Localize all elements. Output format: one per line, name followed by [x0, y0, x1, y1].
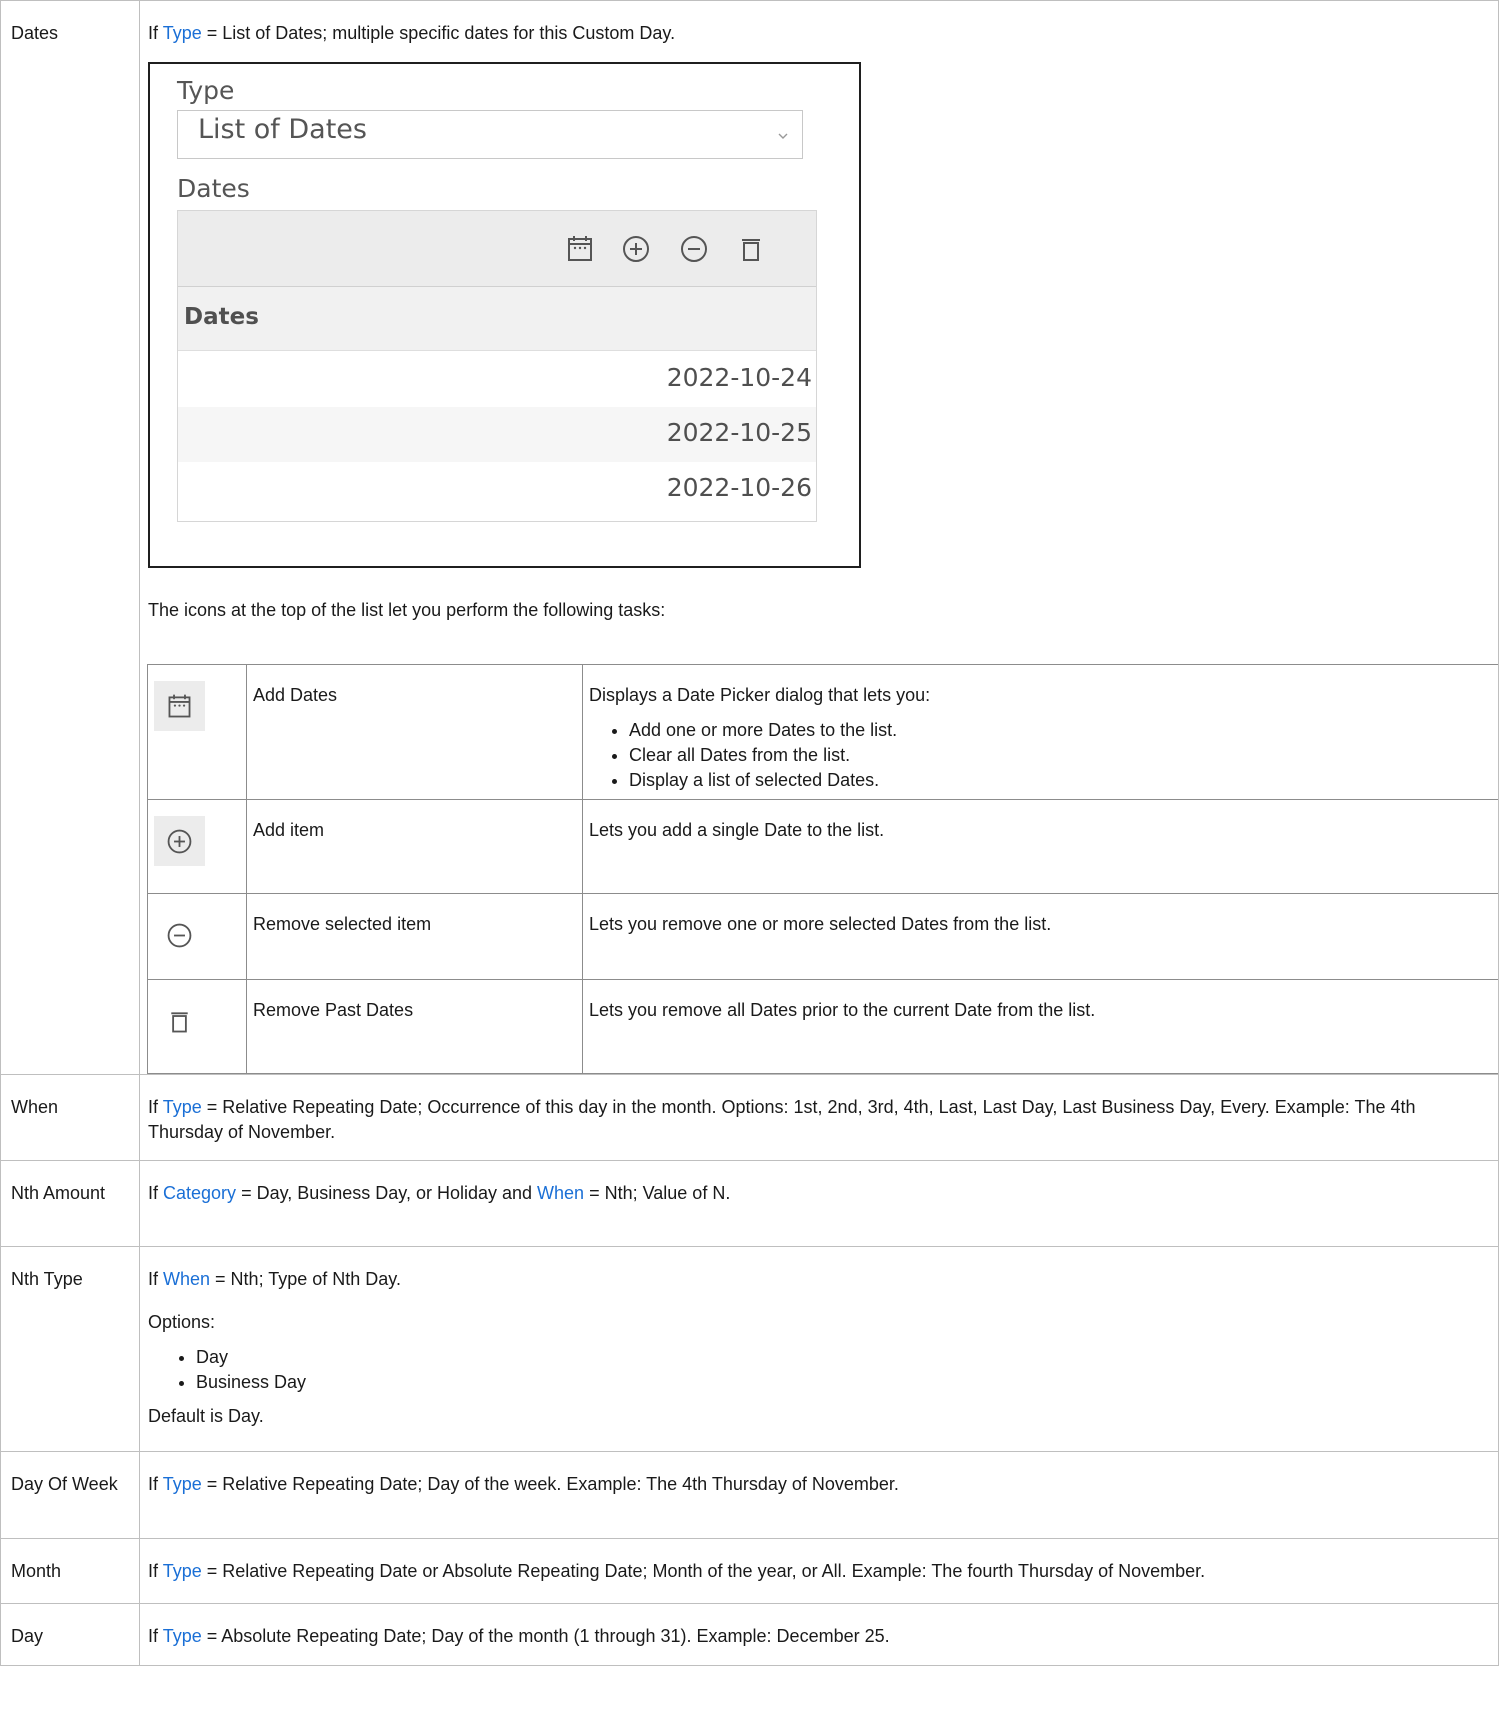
icon-cell: [147, 979, 247, 1074]
field-reference-table: Dates If Type = List of Dates; multiple …: [0, 0, 1499, 1666]
table-row: Dates If Type = List of Dates; multiple …: [0, 0, 1499, 1075]
field-description: If Category = Day, Business Day, or Holi…: [139, 1160, 1499, 1247]
icon-name: Remove Past Dates: [246, 979, 583, 1074]
field-description: If Type = Relative Repeating Date; Day o…: [139, 1451, 1499, 1539]
options-list: Day Business Day: [148, 1345, 1490, 1395]
chevron-down-icon: [778, 133, 788, 139]
minus-circle-icon: [154, 910, 205, 960]
table-row: Nth Type If When = Nth; Type of Nth Day.…: [0, 1246, 1499, 1452]
list-item: Add one or more Dates to the list.: [629, 718, 1499, 743]
calendar-icon: [154, 681, 205, 731]
icon-name: Add item: [246, 799, 583, 894]
dates-grid: Dates 2022-10-24 2022-10-25 2022-10-26: [177, 210, 817, 522]
field-description: If Type = List of Dates; multiple specif…: [139, 0, 1499, 1075]
type-field-label: Type: [177, 76, 235, 105]
list-item: Day: [196, 1345, 1490, 1370]
bullet-list: Add one or more Dates to the list. Clear…: [589, 718, 1499, 793]
calendar-icon[interactable]: [563, 232, 597, 266]
table-row: Remove Past Dates Lets you remove all Da…: [147, 979, 1499, 1074]
type-select-value: List of Dates: [198, 114, 367, 145]
icon-cell: [147, 893, 247, 980]
icon-description: Lets you add a single Date to the list.: [582, 799, 1499, 894]
icons-intro: The icons at the top of the list let you…: [148, 600, 666, 620]
type-link[interactable]: Type: [163, 23, 202, 43]
plus-circle-icon[interactable]: [619, 232, 653, 266]
date-row[interactable]: 2022-10-25: [178, 407, 816, 462]
type-link[interactable]: Type: [163, 1626, 202, 1646]
list-item: Business Day: [196, 1370, 1490, 1395]
field-label: Dates: [0, 0, 140, 1075]
field-label: Day: [0, 1603, 140, 1666]
table-row: When If Type = Relative Repeating Date; …: [0, 1074, 1499, 1161]
icon-cell: [147, 664, 247, 800]
list-item: Clear all Dates from the list.: [629, 743, 1499, 768]
table-row: Day If Type = Absolute Repeating Date; D…: [0, 1603, 1499, 1666]
table-row: Month If Type = Relative Repeating Date …: [0, 1538, 1499, 1604]
minus-circle-icon[interactable]: [677, 232, 711, 266]
type-select[interactable]: List of Dates: [177, 110, 803, 159]
table-row: Day Of Week If Type = Relative Repeating…: [0, 1451, 1499, 1539]
icon-description: Lets you remove one or more selected Dat…: [582, 893, 1499, 980]
field-description: If Type = Absolute Repeating Date; Day o…: [139, 1603, 1499, 1666]
table-row: Remove selected item Lets you remove one…: [147, 893, 1499, 980]
type-link[interactable]: Type: [163, 1097, 202, 1117]
field-description: If Type = Relative Repeating Date; Occur…: [139, 1074, 1499, 1161]
table-row: Add item Lets you add a single Date to t…: [147, 799, 1499, 894]
icon-name: Add Dates: [246, 664, 583, 800]
icon-table: Add Dates Displays a Date Picker dialog …: [147, 664, 1499, 1074]
date-row[interactable]: 2022-10-24: [178, 352, 816, 407]
options-label: Options:: [148, 1312, 216, 1332]
table-row: Nth Amount If Category = Day, Business D…: [0, 1160, 1499, 1247]
plus-circle-icon: [154, 816, 205, 866]
field-description: If Type = Relative Repeating Date or Abs…: [139, 1538, 1499, 1604]
dates-field-label: Dates: [177, 174, 250, 203]
field-label: When: [0, 1074, 140, 1161]
table-row: Add Dates Displays a Date Picker dialog …: [147, 664, 1499, 800]
dates-toolbar: [178, 211, 816, 287]
category-link[interactable]: Category: [163, 1183, 236, 1203]
type-link[interactable]: Type: [163, 1474, 202, 1494]
list-item: Display a list of selected Dates.: [629, 768, 1499, 793]
dates-column-header: Dates: [178, 287, 816, 351]
field-label: Nth Type: [0, 1246, 140, 1452]
field-label: Month: [0, 1538, 140, 1604]
trash-icon[interactable]: [734, 232, 768, 266]
type-link[interactable]: Type: [163, 1561, 202, 1581]
dates-intro: If Type = List of Dates; multiple specif…: [148, 23, 676, 43]
when-link[interactable]: When: [163, 1269, 210, 1289]
dates-screenshot: Type List of Dates Dates Dates 2022-10-2…: [148, 62, 861, 568]
icon-name: Remove selected item: [246, 893, 583, 980]
icon-description: Displays a Date Picker dialog that lets …: [582, 664, 1499, 800]
trash-icon: [154, 996, 205, 1046]
icon-cell: [147, 799, 247, 894]
field-label: Day Of Week: [0, 1451, 140, 1539]
default-text: Default is Day.: [148, 1406, 264, 1426]
field-description: If When = Nth; Type of Nth Day. Options:…: [139, 1246, 1499, 1452]
icon-description: Lets you remove all Dates prior to the c…: [582, 979, 1499, 1074]
field-label: Nth Amount: [0, 1160, 140, 1247]
date-row[interactable]: 2022-10-26: [178, 462, 816, 517]
when-link[interactable]: When: [537, 1183, 584, 1203]
